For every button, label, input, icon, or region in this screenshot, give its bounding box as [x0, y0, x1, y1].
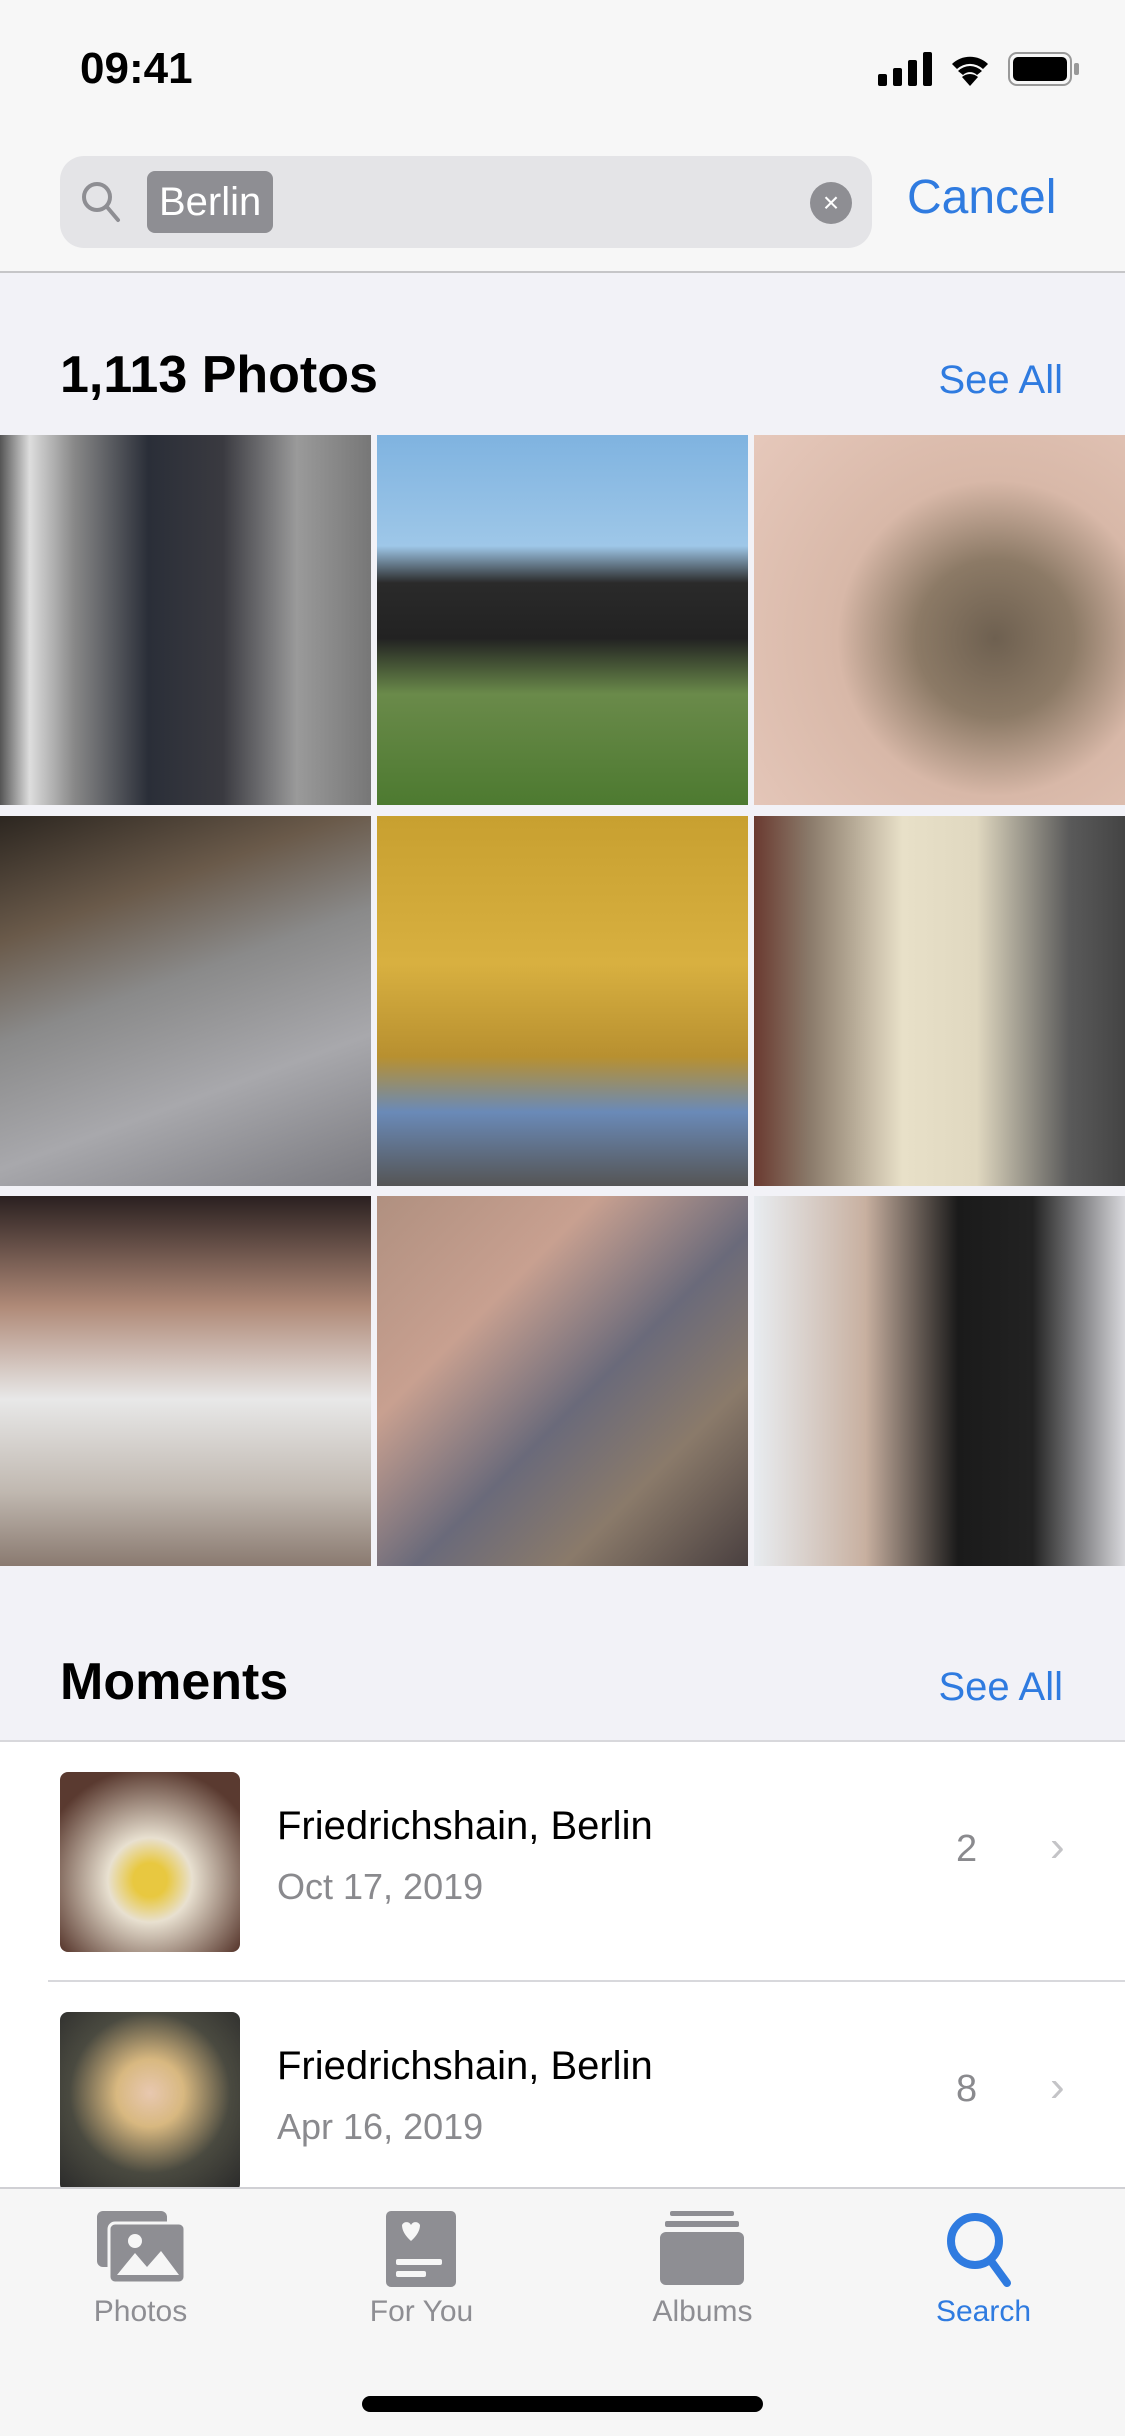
cancel-button[interactable]: Cancel: [907, 170, 1056, 225]
tab-label: Search: [935, 2295, 1032, 2328]
cellular-signal-icon: [878, 52, 932, 86]
tab-label: For You: [369, 2295, 474, 2328]
search-token[interactable]: Berlin: [147, 171, 274, 233]
photo-thumbnail[interactable]: [377, 1196, 748, 1566]
status-bar: 09:41: [0, 0, 1125, 130]
battery-icon: [1008, 52, 1079, 86]
photo-thumbnail[interactable]: [754, 435, 1125, 805]
photo-thumbnail[interactable]: [377, 435, 748, 805]
list-item[interactable]: Friedrichshain, Berlin Apr 16, 2019 8 ›: [0, 1982, 1125, 2222]
photo-thumbnail[interactable]: [754, 816, 1125, 1186]
photos-section-title: 1,113 Photos: [60, 346, 378, 404]
status-time: 09:41: [80, 44, 193, 93]
for-you-icon: [386, 2211, 456, 2287]
chevron-right-icon: ›: [1050, 2062, 1065, 2111]
moment-title: Friedrichshain, Berlin: [277, 2044, 653, 2088]
search-icon: [947, 2213, 1011, 2287]
moment-date: Apr 16, 2019: [277, 2106, 484, 2147]
wifi-icon: [952, 56, 988, 86]
search-icon: [82, 182, 120, 222]
tab-for-you[interactable]: For You: [281, 2189, 562, 2359]
tab-label: Photos: [93, 2295, 188, 2328]
moment-thumbnail: [60, 1772, 240, 1952]
moments-list: Friedrichshain, Berlin Oct 17, 2019 2 › …: [0, 1740, 1125, 2200]
moment-thumbnail: [60, 2012, 240, 2192]
albums-icon: [660, 2211, 744, 2285]
photo-thumbnail[interactable]: [754, 1196, 1125, 1566]
moments-section-title: Moments: [60, 1653, 289, 1711]
list-item[interactable]: Friedrichshain, Berlin Oct 17, 2019 2 ›: [0, 1742, 1125, 1982]
tab-search[interactable]: Search: [843, 2189, 1124, 2359]
search-input[interactable]: Berlin ×: [60, 156, 872, 248]
moment-count: 8: [956, 2068, 978, 2110]
chevron-right-icon: ›: [1050, 1822, 1065, 1871]
photo-thumbnail[interactable]: [0, 816, 371, 1186]
photo-thumbnail[interactable]: [377, 816, 748, 1186]
tab-photos[interactable]: Photos: [0, 2189, 281, 2359]
moment-date: Oct 17, 2019: [277, 1866, 484, 1907]
photo-thumbnail[interactable]: [0, 1196, 371, 1566]
tab-label: Albums: [652, 2295, 753, 2328]
search-navbar: Berlin × Cancel: [0, 130, 1125, 273]
moment-count: 2: [956, 1828, 978, 1870]
clear-search-icon[interactable]: ×: [810, 182, 852, 224]
moment-title: Friedrichshain, Berlin: [277, 1804, 653, 1848]
tab-albums[interactable]: Albums: [562, 2189, 843, 2359]
photos-icon: [97, 2211, 185, 2283]
home-indicator[interactable]: [362, 2396, 763, 2412]
moments-see-all-link[interactable]: See All: [938, 1665, 1063, 1710]
photos-see-all-link[interactable]: See All: [938, 358, 1063, 403]
photo-thumbnail[interactable]: [0, 435, 371, 805]
